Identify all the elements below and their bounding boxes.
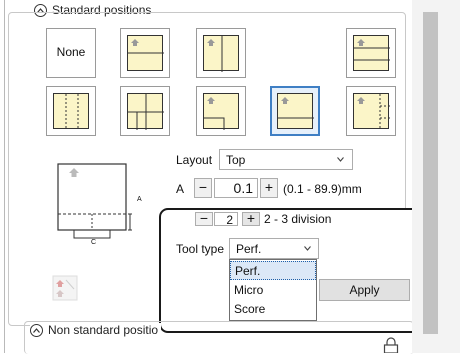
a-value-input[interactable]: 0.1 [214, 178, 258, 198]
tool-type-value: Perf. [236, 242, 262, 256]
position-tile-grid[interactable] [120, 86, 170, 136]
position-tile-bottom-full[interactable] [270, 86, 320, 136]
position-tile-center-vertical[interactable] [196, 28, 246, 78]
non-standard-header[interactable]: Non standard positio [30, 323, 162, 337]
tool-type-option-score[interactable]: Score [230, 300, 316, 319]
tool-type-option-perf[interactable]: Perf. [230, 261, 316, 280]
a-label: A [176, 182, 185, 196]
position-tile-bottom-left[interactable] [196, 86, 246, 136]
c-range-text-zoom: 2 - 3 division [264, 212, 332, 226]
a-range-text: (0.1 - 89.9)mm [283, 182, 362, 196]
c-decrement-button-zoom[interactable]: − [195, 211, 213, 226]
layout-value: Top [226, 153, 246, 167]
layout-preview-icon [52, 275, 78, 301]
tool-type-dropdown: Perf. Micro Score [229, 259, 317, 321]
layout-select[interactable]: Top [219, 149, 353, 170]
a-increment-button[interactable]: + [260, 178, 278, 198]
expand-icon[interactable] [30, 323, 43, 337]
c-increment-button-zoom[interactable]: + [242, 211, 260, 226]
scrollbar-thumb[interactable] [423, 12, 438, 334]
tool-type-select[interactable]: Perf. [229, 238, 319, 259]
position-tile-horizontal-lines[interactable] [346, 28, 396, 78]
chevron-down-icon [337, 157, 344, 162]
position-diagram [57, 163, 132, 239]
apply-button[interactable]: Apply [319, 279, 410, 301]
position-tile-vertical-three[interactable] [46, 86, 96, 136]
lock-icon[interactable] [382, 337, 400, 353]
non-standard-title: Non standard positio [48, 323, 159, 337]
layout-label: Layout [176, 153, 213, 167]
chevron-down-icon [304, 246, 311, 251]
position-tile-none[interactable]: None [46, 28, 96, 78]
diagram-a-label: A [137, 196, 142, 203]
position-tile-top[interactable] [120, 28, 170, 78]
none-label: None [56, 45, 86, 59]
a-decrement-button[interactable]: − [194, 178, 212, 198]
tool-type-label: Tool type [176, 242, 225, 256]
tool-type-option-micro[interactable]: Micro [230, 281, 316, 300]
position-tile-right-side[interactable] [346, 86, 396, 136]
diagram-c-label: C [91, 239, 97, 246]
c-value-zoom[interactable]: 2 [214, 212, 238, 227]
